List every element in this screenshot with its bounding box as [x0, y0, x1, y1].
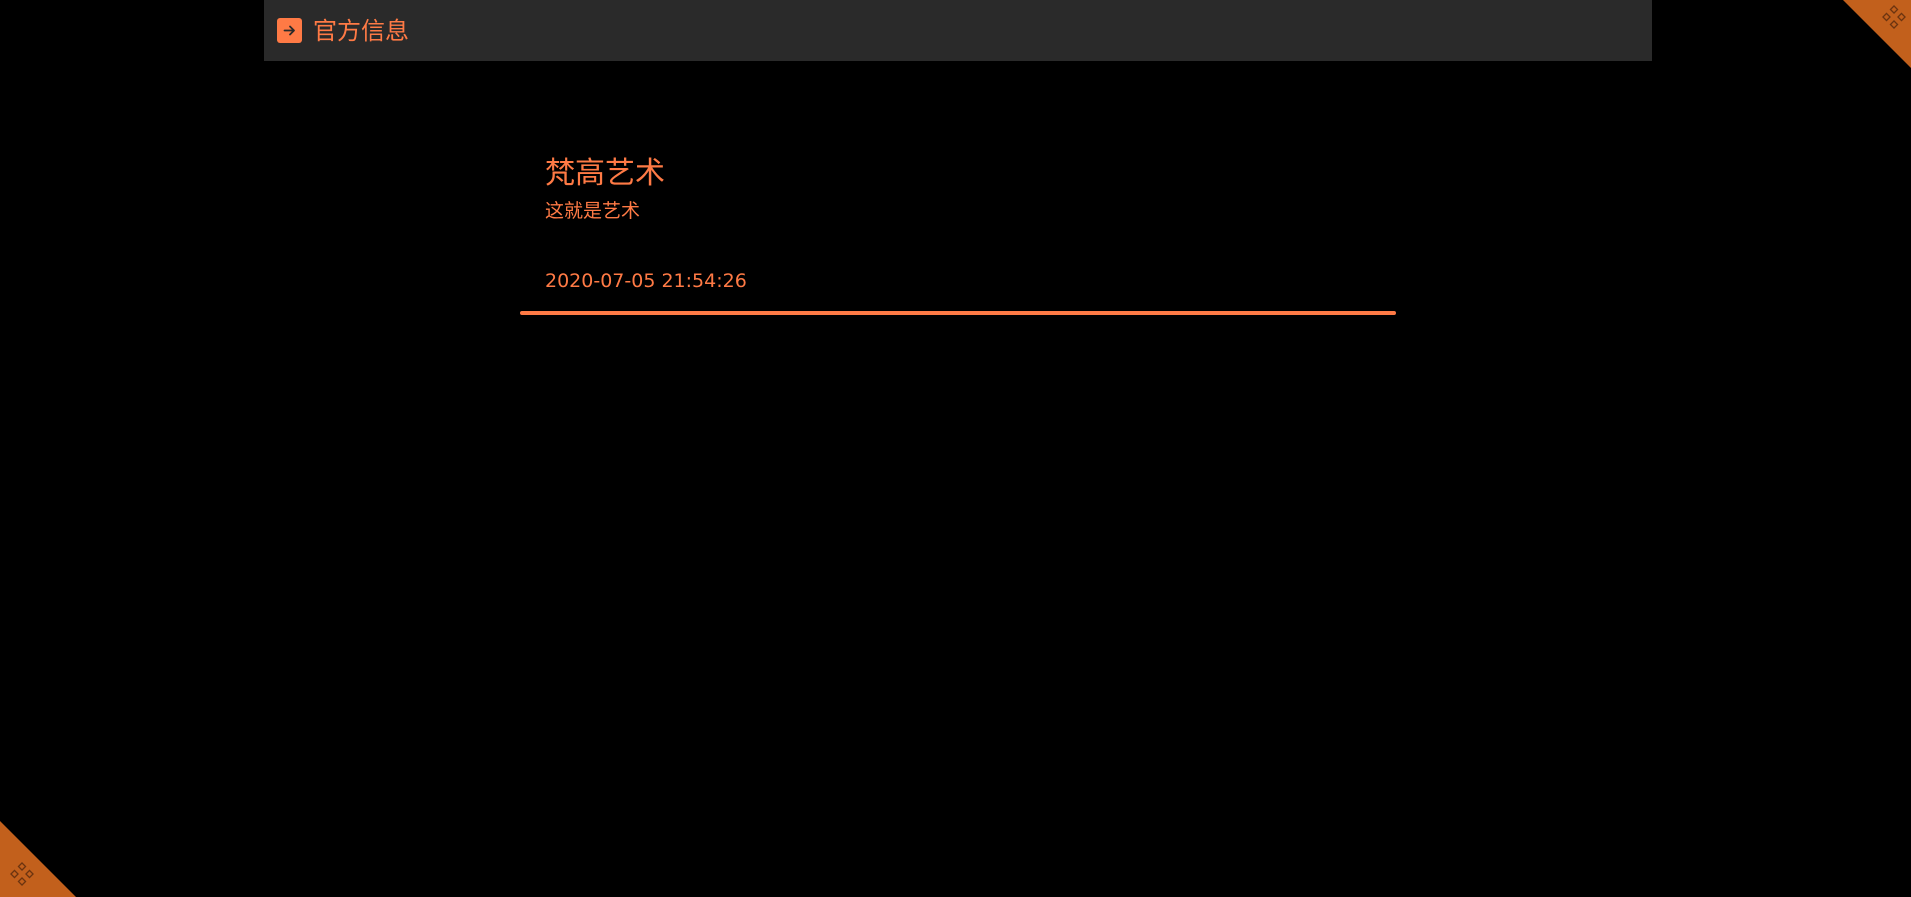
article-title: 梵高艺术 [545, 156, 665, 191]
article-divider [520, 310, 1396, 315]
back-button[interactable]: 官方信息 [277, 18, 409, 43]
diamond-grid-icon [10, 862, 34, 886]
article-card: 梵高艺术 这就是艺术 2020-07-05 21:54:26 [520, 130, 1396, 315]
page: 官方信息 梵高艺术 这就是艺术 2020-07-05 21:54:26 [0, 0, 1911, 897]
diamond-grid-icon [1882, 5, 1906, 29]
header-bar: 官方信息 [264, 0, 1652, 61]
header-title: 官方信息 [313, 16, 409, 45]
arrow-right-icon [277, 18, 302, 43]
article-timestamp: 2020-07-05 21:54:26 [545, 269, 747, 292]
article-body: 梵高艺术 这就是艺术 2020-07-05 21:54:26 [520, 156, 1396, 293]
article-subtitle: 这就是艺术 [545, 200, 641, 222]
